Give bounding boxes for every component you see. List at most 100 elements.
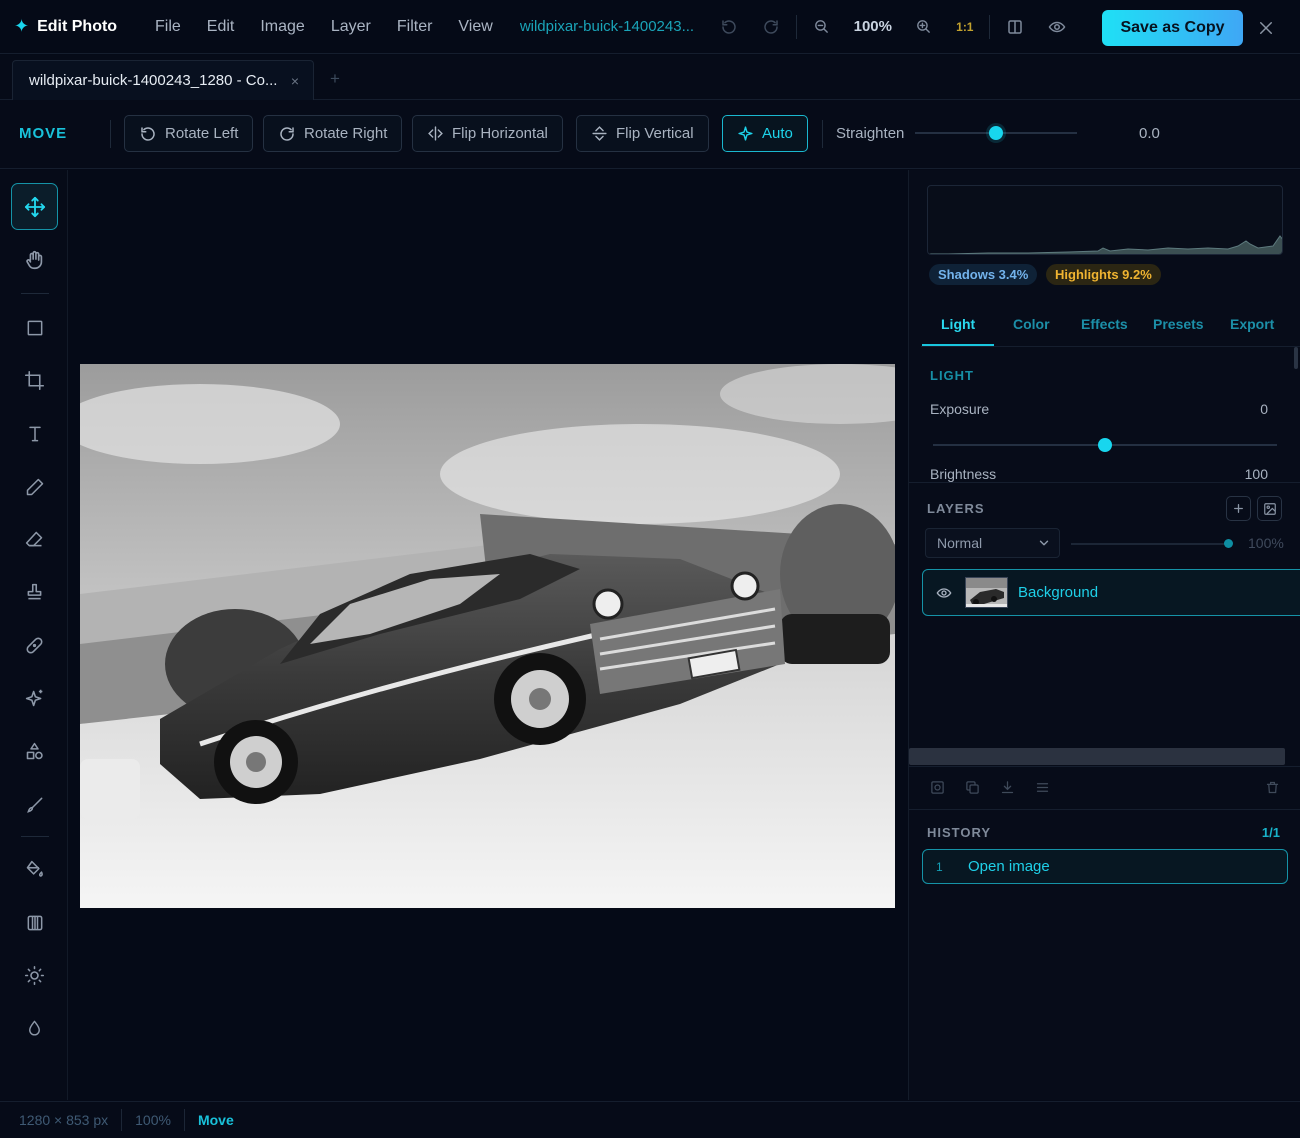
droplet-icon[interactable] [11,1005,58,1052]
preview-eye-icon[interactable] [1036,0,1078,54]
tab-export[interactable]: Export [1230,316,1274,332]
image-dimensions: 1280 × 853 px [19,1112,109,1128]
bandage-heal-icon[interactable] [11,622,58,669]
rotate-left-label: Rotate Left [165,125,239,142]
shapes-icon[interactable] [11,728,58,775]
visibility-eye-icon[interactable] [936,585,952,601]
layer-menu-icon[interactable] [1035,780,1050,800]
close-icon[interactable] [1252,14,1280,42]
tab-light[interactable]: Light [941,316,975,332]
sparkle-icon [738,126,753,141]
toolbar-divider [822,120,823,148]
add-layer-button[interactable] [1226,496,1251,521]
actual-size-button[interactable]: 1:1 [945,20,985,34]
tab-effects[interactable]: Effects [1081,316,1128,332]
photo-canvas[interactable] [80,364,895,908]
hand-tool-icon[interactable] [11,236,58,283]
filmstrip-icon[interactable] [11,899,58,946]
tools-divider [21,836,49,837]
history-step-name: Open image [968,858,1050,875]
stamp-icon[interactable] [11,569,58,616]
exposure-slider-handle[interactable] [1098,438,1112,452]
rotate-right-label: Rotate Right [304,125,388,142]
magic-sparkle-icon[interactable] [11,675,58,722]
tool-options-bar: MOVE Rotate Left Rotate Right Flip Horiz… [0,100,1300,169]
flip-vertical-label: Flip Vertical [616,125,694,142]
photo-editor-app: ✦ Edit Photo File Edit Image Layer Filte… [0,0,1300,1138]
brush-icon[interactable] [11,781,58,828]
histogram [927,185,1283,255]
split-view-icon[interactable] [994,0,1036,54]
canvas-area[interactable] [69,170,907,1100]
layers-horizontal-scrollbar[interactable] [909,748,1285,765]
straighten-label: Straighten [836,125,905,142]
redo-icon[interactable] [750,0,792,54]
straighten-slider-handle[interactable] [989,126,1003,140]
chevron-down-icon [1037,536,1051,553]
menubar-divider [988,14,990,39]
auto-button[interactable]: Auto [722,115,808,152]
menu-layer[interactable]: Layer [318,18,384,36]
add-image-layer-button[interactable] [1257,496,1282,521]
panel-scrollbar[interactable] [1294,347,1298,369]
light-section-title: LIGHT [930,368,974,383]
tab-color[interactable]: Color [1013,316,1050,332]
text-tool-icon[interactable] [11,410,58,457]
history-item[interactable]: 1 Open image [922,849,1288,884]
undo-icon[interactable] [708,0,750,54]
blend-mode-select[interactable]: Normal [925,528,1060,558]
shadows-badge: Shadows 3.4% [929,264,1038,285]
delete-trash-icon[interactable] [1265,780,1280,800]
blend-mode-value: Normal [937,535,983,551]
layer-name: Background [1018,584,1099,601]
opacity-slider-track[interactable] [1071,543,1228,545]
history-step-number: 1 [936,859,943,874]
move-tool-icon[interactable] [11,183,58,230]
tab-document[interactable]: wildpixar-buick-1400243_1280 - Co... × [12,60,314,100]
rotate-right-button[interactable]: Rotate Right [263,115,403,152]
flip-horizontal-icon [428,126,443,141]
layers-section-title: LAYERS [927,501,985,516]
flip-vertical-button[interactable]: Flip Vertical [576,115,709,152]
opacity-slider-handle[interactable] [1223,539,1233,548]
mask-icon[interactable] [930,780,945,800]
menu-image[interactable]: Image [247,18,317,36]
menu-filter[interactable]: Filter [384,18,446,36]
menu-edit[interactable]: Edit [194,18,248,36]
crop-icon[interactable] [11,357,58,404]
brightness-label: Brightness [930,466,997,482]
main-menu: File Edit Image Layer Filter View [142,0,506,54]
layer-item[interactable]: Background [922,569,1300,616]
sparkle-icon: ✦ [14,16,30,36]
pencil-icon[interactable] [11,463,58,510]
tab-close-icon[interactable]: × [291,73,299,89]
status-bar: 1280 × 853 px 100% Move [0,1101,1300,1138]
auto-label: Auto [762,125,793,142]
zoom-in-icon[interactable] [903,0,945,54]
document-name: wildpixar-buick-1400243... [519,18,695,35]
rotate-left-icon [141,126,155,141]
paint-bucket-icon[interactable] [11,846,58,893]
sun-adjust-icon[interactable] [11,952,58,999]
add-tab-button[interactable]: + [330,69,340,89]
rotate-left-button[interactable]: Rotate Left [124,115,254,152]
current-mode-label: MOVE [19,125,68,142]
save-as-copy-button[interactable]: Save as Copy [1102,10,1243,46]
status-mode: Move [197,1112,234,1128]
exposure-value: 0 [1260,401,1268,417]
tools-sidebar [0,170,68,1100]
select-rectangle-icon[interactable] [11,304,58,351]
menu-view[interactable]: View [445,18,505,36]
eraser-icon[interactable] [11,516,58,563]
brightness-value: 100 [1244,466,1268,482]
document-tabs: wildpixar-buick-1400243_1280 - Co... × + [0,55,1300,100]
zoom-out-icon[interactable] [801,0,843,54]
flip-horizontal-button[interactable]: Flip Horizontal [412,115,563,152]
zoom-level: 100% [853,18,892,35]
tab-presets[interactable]: Presets [1153,316,1204,332]
active-tab-underline [922,344,994,346]
menu-file[interactable]: File [142,18,194,36]
merge-down-icon[interactable] [1000,780,1015,800]
rotate-right-icon [280,126,294,141]
duplicate-icon[interactable] [965,780,980,800]
